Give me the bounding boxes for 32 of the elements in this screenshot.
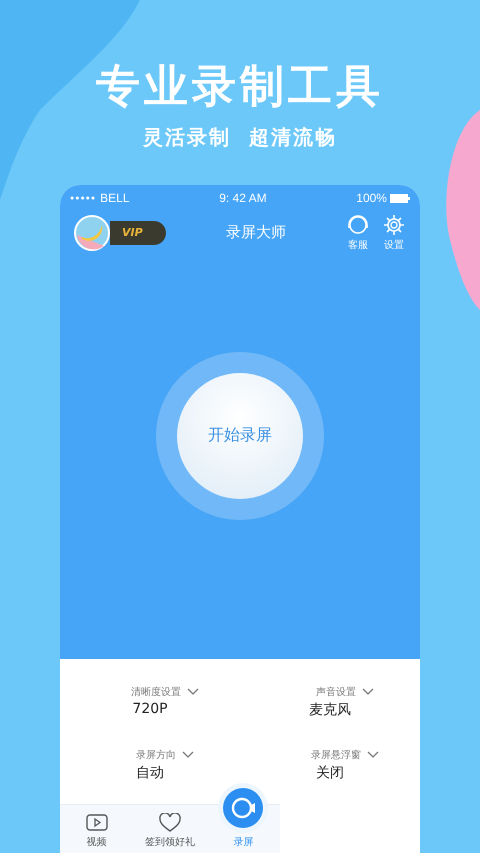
setting-label[interactable]: 录屏方向	[136, 748, 176, 762]
setting-label[interactable]: 录屏悬浮窗	[311, 748, 361, 762]
setting-value: 720P	[132, 701, 168, 718]
header-action-button[interactable]: 设置	[382, 213, 406, 252]
setting-label[interactable]: 清晰度设置	[131, 685, 181, 700]
tab-item[interactable]: 签到领好礼	[133, 813, 207, 853]
vip-pill[interactable]: VIP	[110, 220, 166, 244]
carrier-text: BELL	[100, 191, 130, 205]
video-icon	[86, 813, 108, 833]
start-recording-button[interactable]: 开始录屏	[177, 372, 303, 499]
subheadline: 灵活录制 超清流畅	[143, 124, 337, 150]
tab-item[interactable]: 视频	[60, 813, 134, 853]
setting-value: 自动	[136, 764, 164, 782]
setting-label[interactable]: 声音设置	[316, 685, 356, 700]
heart-icon	[158, 813, 181, 833]
chevron-down-icon[interactable]	[187, 688, 199, 696]
headset-icon	[346, 213, 370, 237]
chevron-down-icon[interactable]	[182, 750, 194, 759]
chevron-down-icon[interactable]	[367, 750, 379, 759]
tab-item[interactable]: 录屏	[206, 783, 280, 853]
vip-label: VIP	[122, 226, 143, 239]
app-title: 录屏大师	[225, 223, 287, 242]
time-text: 9: 42 AM	[219, 191, 267, 205]
settings-icon	[382, 213, 406, 237]
chevron-down-icon[interactable]	[362, 688, 374, 696]
battery-icon	[390, 194, 410, 202]
setting-value: 麦克风	[309, 701, 351, 720]
header-action-button[interactable]: 客服	[346, 213, 370, 252]
setting-value: 关闭	[316, 764, 344, 782]
avatar-icon[interactable]	[74, 214, 110, 250]
battery-text: 100%	[356, 191, 387, 205]
headline: 专业录制工具	[96, 62, 384, 112]
